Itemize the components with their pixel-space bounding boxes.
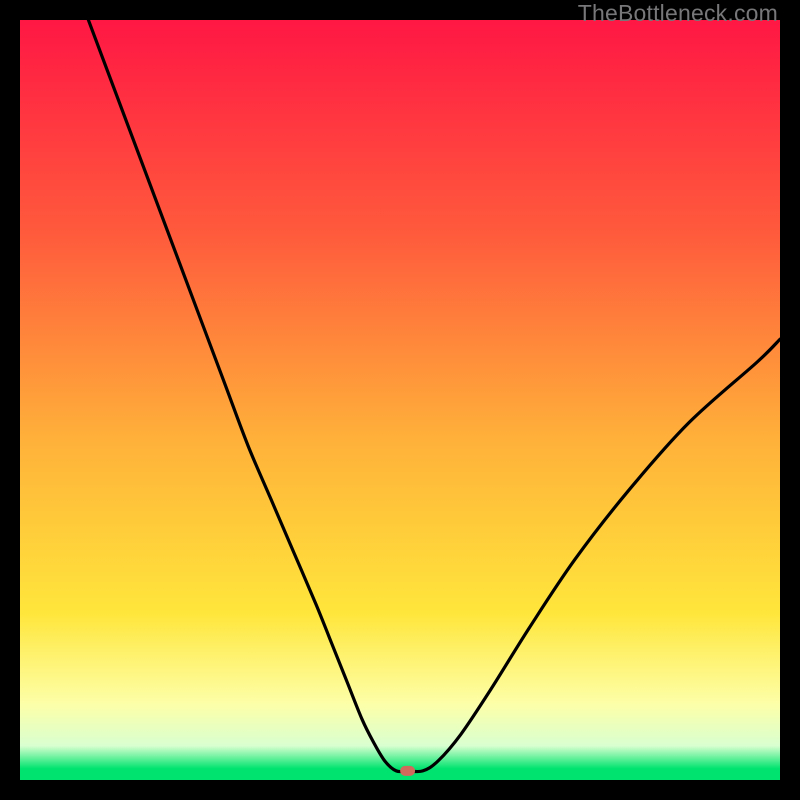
chart-frame: [20, 20, 780, 780]
optimal-point-marker: [400, 766, 415, 776]
bottleneck-chart: [20, 20, 780, 780]
gradient-background: [20, 20, 780, 780]
watermark-text: TheBottleneck.com: [578, 0, 778, 27]
